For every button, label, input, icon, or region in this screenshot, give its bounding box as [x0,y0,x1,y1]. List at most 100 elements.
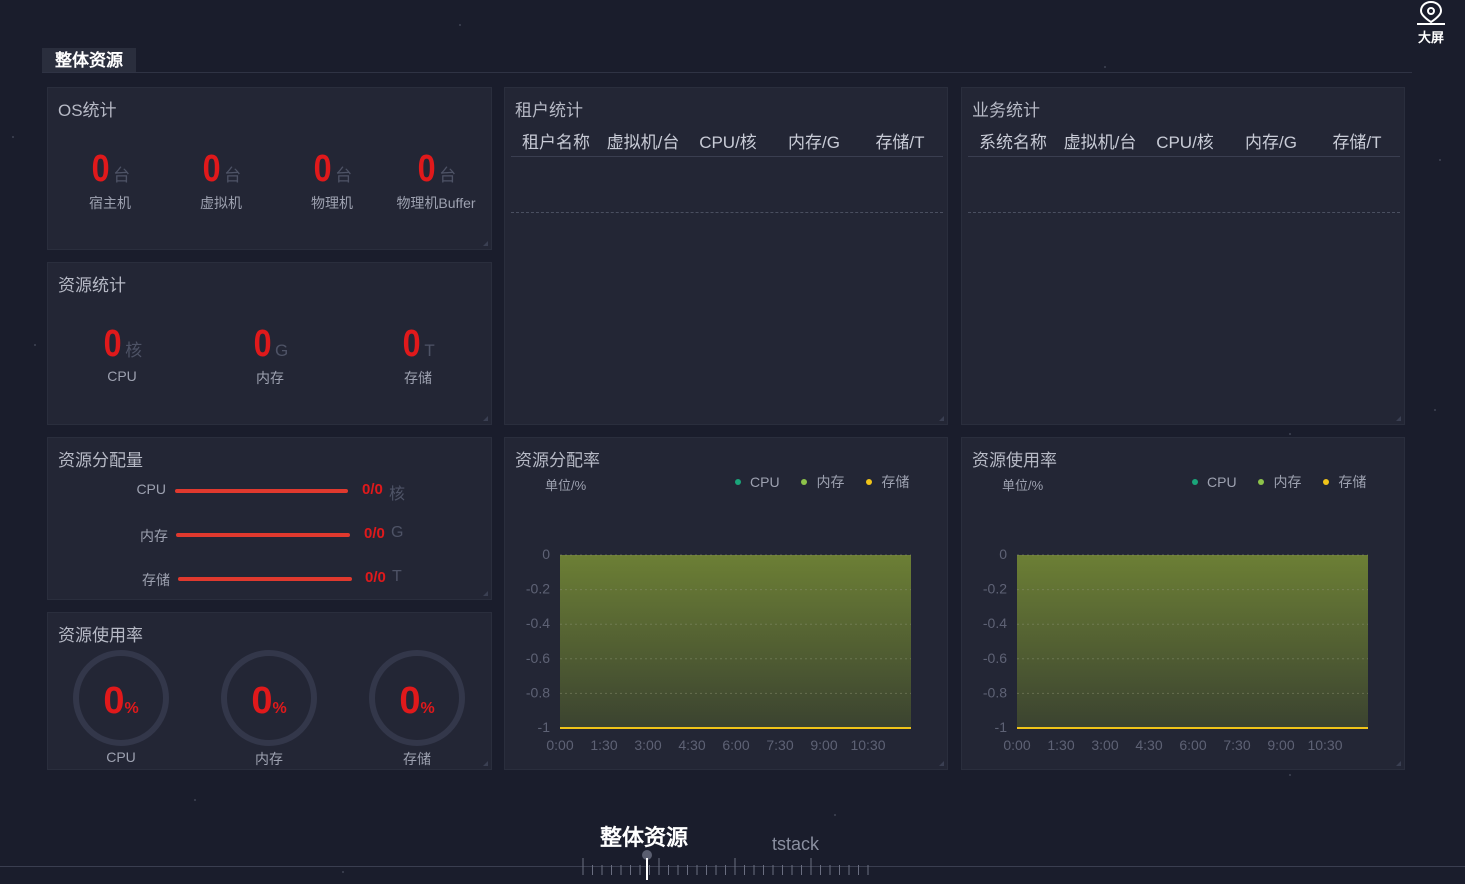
stat-value: 0 [253,323,272,365]
x-tick-label: 0:00 [546,737,573,753]
stat-cpu: 0核 CPU [72,323,172,384]
stat-unit: 台 [439,166,457,185]
x-tick-label: 9:00 [810,737,837,753]
y-tick-label: 0 [999,546,1007,562]
y-tick-label: -0.8 [983,684,1007,700]
stat-unit: T [424,341,435,360]
stat-storage: 0T 存储 [368,323,468,388]
y-tick-label: 0 [542,546,550,562]
stat-vm: 0台 虚拟机 [171,148,271,213]
column-header[interactable]: 存储/T [1314,124,1400,157]
alloc-bar [178,577,352,581]
usage-ring-memory: 0% [221,650,317,746]
y-tick-label: -0.2 [983,581,1007,597]
alloc-bar [176,533,350,537]
resource-usage-panel: 资源使用率 0% CPU 0% 内存 0% 存储 [47,612,492,770]
alloc-unit: G [391,524,404,541]
x-tick-label: 3:00 [1091,737,1118,753]
column-header[interactable]: 内存/G [771,124,857,157]
os-stats-panel: OS统计 0台 宿主机 0台 虚拟机 0台 物理机 0台 物理机Buffer [47,87,492,250]
stat-value: 0 [402,323,421,365]
y-tick-label: -0.4 [983,615,1007,631]
column-header[interactable]: 租户名称 [511,124,601,157]
tenant-stats-panel: 租户统计 租户名称 虚拟机/台 CPU/核 内存/G 存储/T [504,87,948,425]
ring-value: 0% [251,680,287,722]
stat-physical-buffer: 0台 物理机Buffer [386,148,486,213]
timeline-scale[interactable] [580,850,880,880]
big-screen-button[interactable]: 大屏 [1411,0,1451,48]
x-tick-label: 0:00 [1003,737,1030,753]
stat-unit: 台 [224,166,242,185]
ring-label: CPU [106,749,136,765]
alloc-value: 0/0 [364,525,385,542]
usage-ring-storage: 0% [369,650,465,746]
empty-row-divider [968,212,1400,213]
business-table: 系统名称 虚拟机/台 CPU/核 内存/G 存储/T [968,124,1400,157]
stat-value: 0 [103,323,122,365]
x-tick-label: 10:30 [1307,737,1342,753]
section-tab[interactable]: 整体资源 [42,48,136,73]
column-header[interactable]: 存储/T [857,124,943,157]
column-header[interactable]: 系统名称 [968,124,1058,157]
x-tick-label: 7:30 [1223,737,1250,753]
column-header[interactable]: 虚拟机/台 [1058,124,1142,157]
y-tick-label: -0.8 [526,684,550,700]
y-tick-label: -1 [995,719,1008,735]
y-tick-label: -0.6 [526,650,550,666]
x-tick-label: 6:00 [722,737,749,753]
area-fill [560,555,911,728]
x-tick-label: 3:00 [634,737,661,753]
stat-memory: 0G 内存 [220,323,320,388]
resource-stats-panel: 资源统计 0核 CPU 0G 内存 0T 存储 [47,262,492,425]
resource-allocation-panel: 资源分配量 CPU 0/0 核 内存 0/0 G 存储 0/0 T [47,437,492,600]
empty-row-divider [511,212,943,213]
y-tick-label: -0.2 [526,581,550,597]
stat-label: 物理机 [311,195,353,211]
x-tick-label: 1:30 [1047,737,1074,753]
stat-label: 宿主机 [89,195,131,211]
big-screen-label: 大屏 [1417,30,1444,45]
x-tick-label: 6:00 [1179,737,1206,753]
alloc-label: 内存 [140,528,168,544]
panel-title: 资源分配量 [58,451,143,470]
panel-title: 租户统计 [515,101,583,120]
stat-unit: 核 [125,341,143,360]
business-stats-panel: 业务统计 系统名称 虚拟机/台 CPU/核 内存/G 存储/T [961,87,1405,425]
alloc-bar [175,489,348,493]
x-tick-label: 4:30 [1135,737,1162,753]
x-tick-label: 9:00 [1267,737,1294,753]
panel-title: 资源使用率 [58,626,143,645]
column-header[interactable]: CPU/核 [1142,124,1228,157]
stat-value: 0 [91,148,110,190]
panel-title: OS统计 [58,101,117,120]
ring-value: 0% [399,680,435,722]
nav-active-item[interactable]: 整体资源 [600,820,688,852]
section-divider [42,72,1412,73]
ring-value: 0% [103,680,139,722]
alloc-label: 存储 [142,572,170,588]
stat-value: 0 [417,148,436,190]
column-header[interactable]: 虚拟机/台 [601,124,685,157]
x-tick-label: 7:30 [766,737,793,753]
x-tick-label: 10:30 [850,737,885,753]
alloc-value: 0/0 [362,481,383,498]
area-fill [1017,555,1368,728]
stat-label: 内存 [256,370,284,386]
tenant-table: 租户名称 虚拟机/台 CPU/核 内存/G 存储/T [511,124,943,157]
panel-title: 资源统计 [58,276,126,295]
column-header[interactable]: 内存/G [1228,124,1314,157]
stat-unit: G [274,341,289,360]
column-header[interactable]: CPU/核 [685,124,771,157]
panel-title: 业务统计 [972,101,1040,120]
stat-value: 0 [202,148,221,190]
stat-value: 0 [313,148,332,190]
x-tick-label: 1:30 [590,737,617,753]
alloc-label: CPU [136,481,166,497]
y-tick-label: -0.6 [983,650,1007,666]
usage-rate-chart: 0 -0.2 -0.4 -0.6 -0.8 -1 0:00 1:30 3:00 4:30 6:00 7… [983,546,1368,753]
stat-label: 虚拟机 [200,195,242,211]
stat-label: 存储 [404,370,432,386]
alloc-value: 0/0 [365,569,386,586]
alloc-row-storage: 存储 0/0 T [48,568,493,588]
y-tick-label: -0.4 [526,615,550,631]
